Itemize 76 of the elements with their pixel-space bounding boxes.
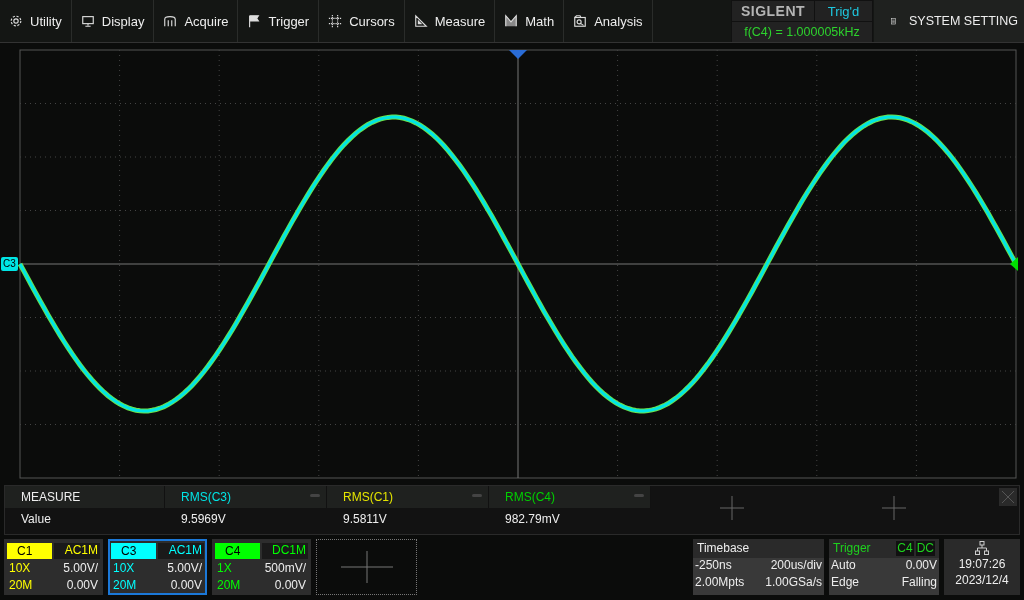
coupling-text: AC1M — [157, 543, 204, 559]
menu-button[interactable]: Acquire — [154, 0, 239, 42]
measure-title: MEASURE — [5, 486, 165, 508]
trigger-position-icon — [509, 50, 527, 59]
menu-button[interactable]: Trigger — [238, 0, 320, 42]
measure-name: RMS(C1) — [343, 490, 393, 504]
sample-rate: 1.00GSa/s — [764, 575, 823, 591]
add-icon[interactable] — [882, 496, 906, 520]
trigger-level: 0.00V — [904, 558, 938, 574]
measure-name: RMS(C3) — [181, 490, 231, 504]
coupling-text: DC1M — [261, 543, 308, 559]
trigger-source: C4 — [896, 541, 914, 556]
close-icon[interactable] — [999, 488, 1017, 506]
channel-label: C4 — [215, 543, 260, 559]
add-icon[interactable] — [720, 496, 744, 520]
grid-icon — [328, 14, 343, 28]
menu-button[interactable]: Analysis — [564, 0, 653, 42]
trigger-level-icon — [1010, 257, 1018, 271]
system-setting-button[interactable]: SYSTEM SETTING — [874, 0, 1024, 42]
bandwidth-text: 20M — [8, 578, 34, 594]
scale-text: 500mV/ — [263, 561, 307, 577]
menu-button[interactable]: Utility — [0, 0, 72, 42]
channel-panel[interactable]: C1 AC1M 10X 5.00V/ 20M 0.00V — [4, 539, 103, 595]
probe-text: 10X — [8, 561, 32, 577]
memory-depth: 2.00Mpts — [694, 575, 746, 591]
dash-icon — [634, 494, 644, 497]
trigger-type: Edge — [830, 575, 861, 591]
offset-text: 0.00V — [273, 578, 307, 594]
bandwidth-text: 20M — [112, 578, 138, 594]
offset-text: 0.00V — [65, 578, 99, 594]
timebase-title: Timebase — [693, 539, 824, 558]
trigger-slope: Falling — [900, 575, 938, 591]
clock-time: 19:07:26 — [958, 557, 1006, 571]
trigger-status: Trig'd — [815, 1, 872, 21]
dash-icon — [472, 494, 482, 497]
menu-button[interactable]: Display — [71, 0, 155, 42]
bowtie-icon — [504, 14, 519, 28]
scale-text: 5.00V/ — [166, 561, 203, 577]
channel-panel[interactable]: C4 DC1M 1X 500mV/ 20M 0.00V — [212, 539, 311, 595]
dash-icon — [310, 494, 320, 497]
gear-icon — [9, 14, 23, 28]
frequency-readout: f(C4) = 1.000005kHz — [732, 22, 872, 42]
channel-label: C3 — [111, 543, 156, 559]
trigger-panel[interactable]: Trigger C4 DC Auto 0.00V Edge Falling — [829, 539, 939, 595]
delay-text: -250ns — [694, 558, 733, 574]
folder-search-icon — [573, 14, 588, 28]
channel-panel[interactable]: C3 AC1M 10X 5.00V/ 20M 0.00V — [108, 539, 207, 595]
arches-icon — [163, 14, 178, 28]
measure-name: RMS(C4) — [505, 490, 555, 504]
measure-value: 9.5811V — [343, 512, 387, 526]
brand-logo: SIGLENT — [732, 1, 814, 21]
measure-row-label: Value — [20, 511, 52, 528]
probe-text: 1X — [216, 561, 233, 577]
trigger-title: Trigger — [833, 541, 871, 556]
flag-icon — [247, 14, 262, 28]
offset-text: 0.00V — [169, 578, 203, 594]
trigger-mode: Auto — [830, 558, 857, 574]
measure-value: 9.5969V — [181, 512, 226, 526]
timebase-panel[interactable]: Timebase -250ns 200us/div 2.00Mpts 1.00GSa/s — [693, 539, 824, 595]
coupling-text: AC1M — [53, 543, 100, 559]
trigger-coupling: DC — [915, 541, 935, 556]
monitor-icon — [80, 14, 95, 28]
menu-button[interactable]: Math — [495, 0, 565, 42]
bandwidth-text: 20M — [216, 578, 242, 594]
timebase-scale: 200us/div — [769, 558, 823, 574]
clock-date: 2023/12/4 — [955, 573, 1009, 587]
add-icon — [340, 551, 393, 583]
probe-text: 10X — [112, 561, 136, 577]
channel-marker[interactable]: C3 — [1, 257, 18, 271]
add-channel-slot[interactable] — [316, 539, 417, 595]
menu-button[interactable]: Cursors — [319, 0, 405, 42]
channel-label: C1 — [7, 543, 52, 559]
network-icon — [975, 541, 989, 555]
menu-button[interactable]: Measure — [404, 0, 496, 42]
scale-text: 5.00V/ — [62, 561, 99, 577]
measure-value: 982.79mV — [505, 512, 560, 526]
